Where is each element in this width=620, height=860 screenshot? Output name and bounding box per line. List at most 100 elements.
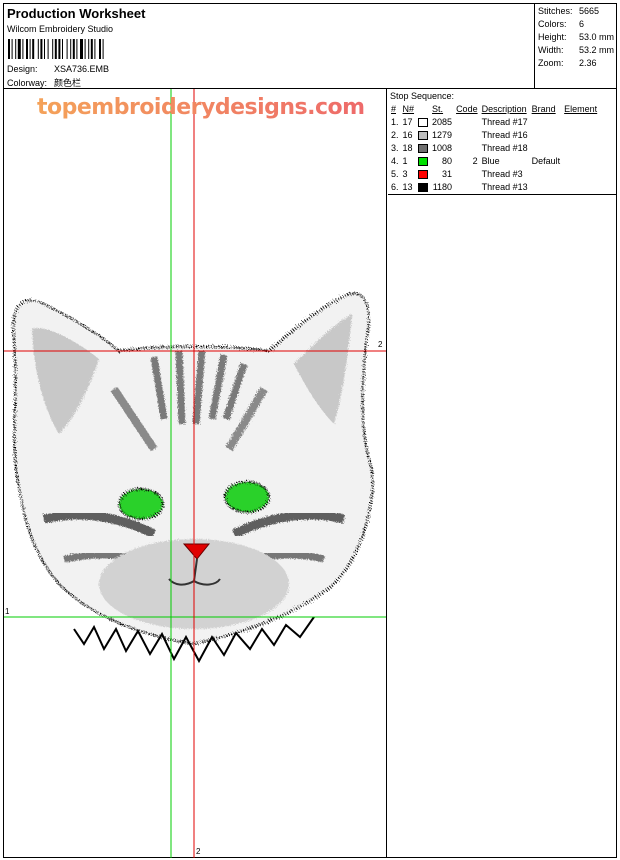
stop-sequence-panel: Stop Sequence: # N# St. Code Description… <box>388 89 616 195</box>
row-index: 5. <box>391 168 399 179</box>
stat-value: 53.0 mm <box>579 32 615 42</box>
row-stitches: 1180 <box>432 181 453 192</box>
color-swatch <box>418 182 429 192</box>
row-stitches: 2085 <box>432 116 453 127</box>
stat-label: Height: <box>538 32 567 42</box>
row-needle: 18 <box>402 142 413 153</box>
design-canvas: topembroiderydesigns.com 1 2 2 <box>4 89 387 858</box>
stat-label: Colors: <box>538 19 567 29</box>
stat-label: Zoom: <box>538 58 564 68</box>
row-index: 6. <box>391 181 399 192</box>
table-row: 1. 17 2085 Thread #17 <box>389 115 599 128</box>
row-description: Thread #17 <box>481 116 528 127</box>
row-brand <box>530 115 563 128</box>
col-element: Element <box>564 104 598 114</box>
row-code <box>454 180 480 193</box>
row-brand <box>530 180 563 193</box>
stat-label: Stitches: <box>538 6 573 16</box>
col-needle: N# <box>402 104 415 114</box>
row-brand <box>530 141 563 154</box>
row-index: 3. <box>391 142 399 153</box>
axis-label-h2: 2 <box>378 340 383 349</box>
design-label: Design: <box>7 64 38 74</box>
row-stitches: 1279 <box>432 129 453 140</box>
row-element <box>562 180 599 193</box>
design-value: XSA736.EMB <box>54 64 110 74</box>
stat-value: 5665 <box>579 6 600 16</box>
stop-sequence-table: # N# St. Code Description Brand Element … <box>389 103 599 193</box>
stop-sequence-title: Stop Sequence: <box>390 91 455 101</box>
row-swatch <box>416 154 430 167</box>
row-swatch <box>416 180 430 193</box>
col-description: Description <box>481 104 527 114</box>
design-row: Design: XSA736.EMB <box>7 64 109 74</box>
row-element <box>562 141 599 154</box>
row-element <box>562 115 599 128</box>
row-needle: 17 <box>402 116 413 127</box>
table-header-row: # N# St. Code Description Brand Element <box>389 103 599 115</box>
embroidery-design-image <box>4 89 386 858</box>
table-row: 6. 13 1180 Thread #13 <box>389 180 599 193</box>
table-row: 4. 1 80 2 Blue Default <box>389 154 599 167</box>
row-swatch <box>416 115 430 128</box>
worksheet: Production Worksheet Wilcom Embroidery S… <box>3 3 617 858</box>
stat-value: 2.36 <box>579 58 597 68</box>
company-name: Wilcom Embroidery Studio <box>7 24 114 34</box>
row-description: Blue <box>481 155 500 166</box>
table-row: 3. 18 1008 Thread #18 <box>389 141 599 154</box>
colorway-label: Colorway: <box>7 78 48 88</box>
row-index: 4. <box>391 155 399 166</box>
row-code <box>454 141 480 154</box>
stat-label: Width: <box>538 45 564 55</box>
row-description: Thread #3 <box>481 168 523 179</box>
col-index: # <box>391 104 397 114</box>
color-swatch <box>418 143 429 153</box>
row-element <box>562 128 599 141</box>
row-index: 1. <box>391 116 399 127</box>
col-code: Code <box>456 104 478 114</box>
row-element <box>562 167 599 180</box>
row-code: 2 <box>472 155 478 166</box>
row-stitches: 80 <box>442 155 453 166</box>
row-stitches: 1008 <box>432 142 453 153</box>
design-stats: Stitches: 5665 Colors: 6 Height: 53.0 mm Wi… <box>536 4 617 88</box>
page-title: Production Worksheet <box>7 6 146 21</box>
color-swatch <box>418 117 429 127</box>
row-description: Thread #13 <box>481 181 528 192</box>
row-stitches: 31 <box>442 168 453 179</box>
row-code <box>454 128 480 141</box>
row-needle: 16 <box>402 129 413 140</box>
col-stitches: St. <box>432 104 444 114</box>
stat-value: 6 <box>579 19 585 29</box>
row-swatch <box>416 141 430 154</box>
row-description: Thread #16 <box>481 129 528 140</box>
col-brand: Brand <box>531 104 556 114</box>
colorway-value: 颜色栏 <box>54 78 82 88</box>
row-element <box>562 154 599 167</box>
stat-width: Width: 53.2 mm <box>538 45 614 55</box>
row-index: 2. <box>391 129 399 140</box>
stat-colors: Colors: 6 <box>538 19 584 29</box>
barcode-icon <box>8 39 104 59</box>
cat-head <box>11 291 375 664</box>
row-needle: 3 <box>402 168 408 179</box>
row-needle: 13 <box>402 181 413 192</box>
stat-value: 53.2 mm <box>579 45 615 55</box>
table-row: 5. 3 31 Thread #3 <box>389 167 599 180</box>
axis-label-v2: 2 <box>196 847 201 856</box>
row-swatch <box>416 128 430 141</box>
stat-height: Height: 53.0 mm <box>538 32 614 42</box>
row-code <box>454 167 480 180</box>
row-code <box>454 115 480 128</box>
col-swatch <box>416 103 430 115</box>
color-swatch <box>418 130 429 140</box>
stat-zoom: Zoom: 2.36 <box>538 58 597 68</box>
row-brand <box>530 167 563 180</box>
table-row: 2. 16 1279 Thread #16 <box>389 128 599 141</box>
row-swatch <box>416 167 430 180</box>
row-needle: 1 <box>402 155 408 166</box>
row-brand: Default <box>531 155 561 166</box>
row-brand <box>530 128 563 141</box>
color-swatch <box>418 156 429 166</box>
watermark-logo: topembroiderydesigns.com <box>37 95 365 120</box>
